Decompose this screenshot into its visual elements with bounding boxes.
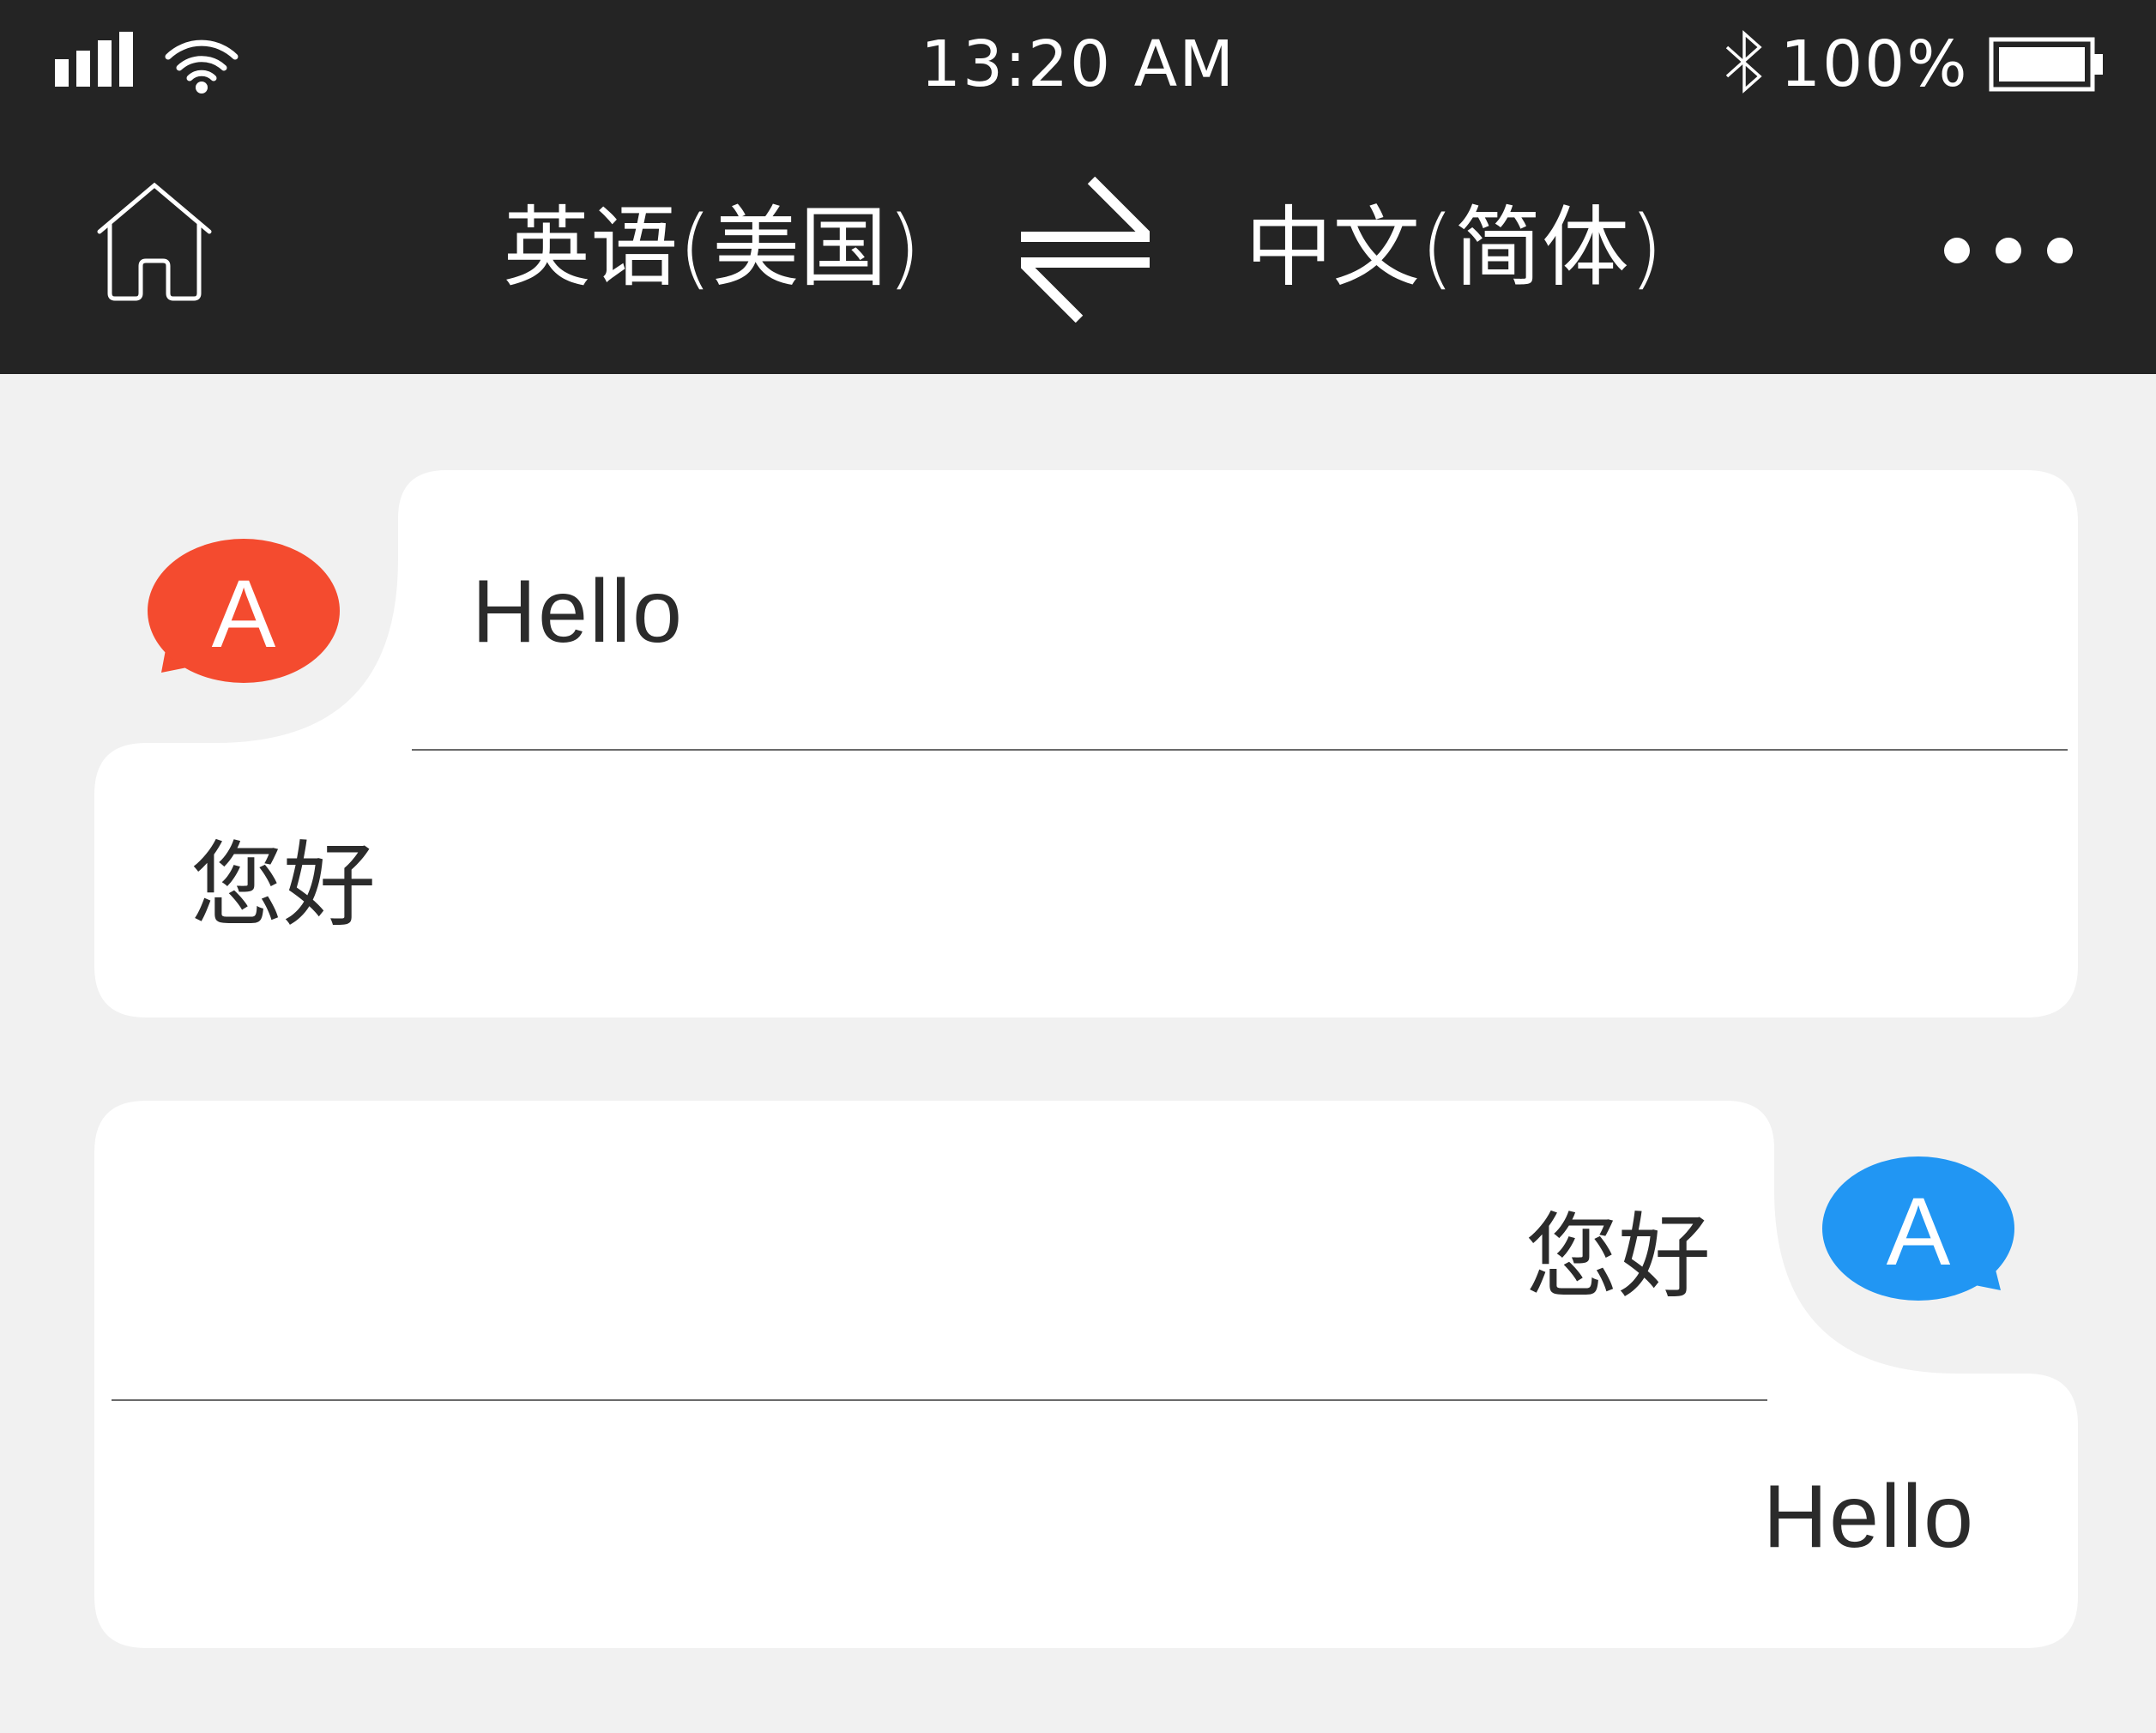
speaker-avatar-icon: A	[148, 539, 340, 683]
bluetooth-icon	[1725, 30, 1762, 94]
app-header: 13:20 AM 100% 英语(美国) 中文(简体)	[0, 0, 2156, 374]
cellular-signal-icon	[55, 32, 133, 87]
battery-icon	[1989, 37, 2103, 92]
speaker-label: A	[1887, 1178, 1951, 1285]
target-language-button[interactable]: 中文(简体)	[1205, 197, 1703, 300]
source-language-button[interactable]: 英语(美国)	[463, 197, 961, 300]
home-icon[interactable]	[94, 182, 214, 302]
original-text: Hello	[472, 562, 684, 661]
swap-arrows-icon[interactable]	[1012, 177, 1158, 323]
message-divider	[112, 1399, 1767, 1401]
conversation-card-1[interactable]: A Hello 您好	[94, 470, 2078, 1017]
nav-bar: 英语(美国) 中文(简体)	[0, 137, 2156, 374]
wifi-icon	[165, 39, 239, 94]
status-bar: 13:20 AM 100%	[0, 0, 2156, 137]
more-dots-icon[interactable]	[1930, 208, 2102, 293]
status-time: 13:20 AM	[920, 27, 1236, 101]
conversation-card-2[interactable]: A 您好 Hello	[94, 1101, 2078, 1648]
message-divider	[412, 749, 2068, 751]
translated-text: Hello	[1763, 1467, 1975, 1567]
original-text: 您好	[1525, 1204, 1711, 1311]
card-background	[94, 470, 2078, 1017]
speaker-avatar-icon: A	[1822, 1156, 2014, 1301]
speaker-label: A	[212, 560, 276, 667]
translated-text: 您好	[190, 832, 377, 939]
battery-percent: 100%	[1780, 27, 1969, 101]
